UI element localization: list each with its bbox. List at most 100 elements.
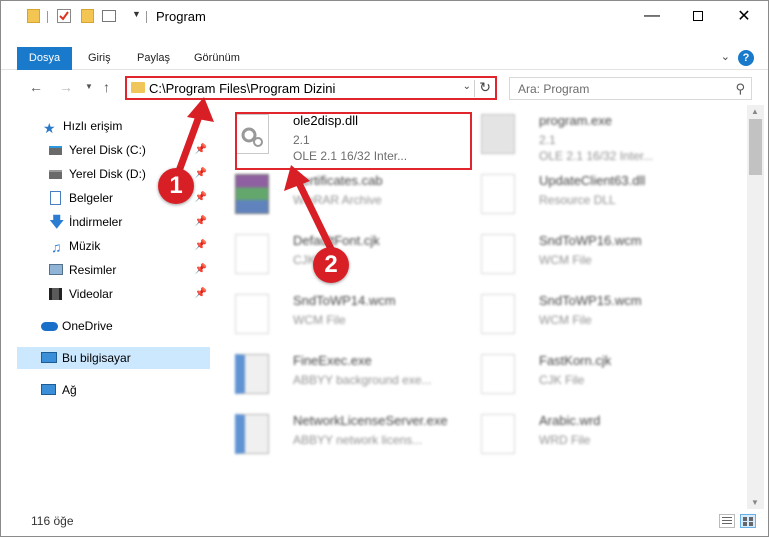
file-item-sndtowp14[interactable]: SndToWP14.wcm WCM File [213, 287, 453, 341]
music-icon: ♫ [51, 239, 62, 255]
vertical-scrollbar[interactable]: ▲ ▼ [747, 105, 764, 509]
highlight-box [235, 112, 472, 170]
new-folder-icon[interactable] [81, 9, 94, 23]
file-name: Certificates.cab [293, 173, 383, 188]
file-icon [481, 234, 515, 274]
file-type: WCM File [539, 313, 592, 327]
search-input[interactable]: Ara: Program ⚲ [509, 77, 752, 100]
file-item-fastkorn[interactable]: FastKorn.cjk CJK File [459, 347, 699, 401]
sidebar-item-label: Müzik [69, 239, 101, 253]
close-button[interactable]: ✕ [721, 1, 767, 31]
maximize-button[interactable] [675, 1, 721, 31]
file-item-arabic[interactable]: Arabic.wrd WRD File [459, 407, 699, 461]
status-bar: 116 öğe [1, 509, 768, 536]
sidebar-item-disk-c[interactable]: Yerel Disk (C:) 📌 [17, 139, 210, 161]
sidebar-item-pictures[interactable]: Resimler 📌 [17, 259, 210, 281]
scroll-thumb[interactable] [749, 119, 762, 175]
videos-icon [49, 288, 62, 300]
separator [474, 80, 475, 97]
file-item-updateclient[interactable]: UpdateClient63.dll Resource DLL [459, 167, 699, 221]
star-icon: ★ [43, 120, 56, 136]
file-item-sndtowp15[interactable]: SndToWP15.wcm WCM File [459, 287, 699, 341]
callout-2: 2 [313, 247, 349, 283]
file-name: UpdateClient63.dll [539, 173, 646, 188]
help-icon[interactable]: ? [738, 50, 754, 66]
file-item-sndtowp16[interactable]: SndToWP16.wcm WCM File [459, 227, 699, 281]
file-name: FineExec.exe [293, 353, 372, 368]
sidebar-item-this-pc[interactable]: Bu bilgisayar [17, 347, 210, 369]
pin-icon[interactable]: 📌 [195, 139, 207, 161]
expand-ribbon-icon[interactable]: ⌄ [721, 50, 730, 63]
folder-icon [27, 9, 40, 23]
sidebar-item-label: OneDrive [62, 319, 113, 333]
file-type: CJK File [539, 373, 585, 387]
pin-icon[interactable]: 📌 [195, 235, 207, 257]
file-item-program[interactable]: program.exe 2.1 OLE 2.1 16/32 Inter... [459, 107, 699, 163]
drive-icon [49, 170, 62, 179]
file-icon [481, 354, 515, 394]
address-bar[interactable]: C:\Program Files\Program Dizini ⌄ ↻ [125, 76, 497, 100]
properties-icon[interactable] [57, 9, 71, 23]
sidebar-item-label: Yerel Disk (C:) [69, 143, 146, 157]
ribbon: Dosya Giriş Paylaş Görünüm ⌄ ? [1, 47, 768, 70]
address-path[interactable]: C:\Program Files\Program Dizini [149, 81, 335, 96]
sidebar-item-quick-access[interactable]: ★ Hızlı erişim [17, 115, 210, 137]
refresh-icon[interactable]: ↻ [479, 79, 491, 96]
file-type: WinRAR Archive [293, 193, 382, 207]
documents-icon [50, 191, 61, 205]
file-type: WCM File [293, 313, 346, 327]
file-item-certificates[interactable]: Certificates.cab WinRAR Archive [213, 167, 453, 221]
file-type: ABBYY network licens... [293, 433, 423, 447]
sidebar-item-label: Belgeler [69, 191, 114, 205]
sidebar-item-network[interactable]: Ağ [17, 379, 210, 401]
pin-icon[interactable]: 📌 [195, 187, 207, 209]
download-icon: 🡇 [49, 214, 65, 231]
up-button[interactable]: ↑ [103, 79, 110, 95]
address-dropdown-icon[interactable]: ⌄ [463, 81, 471, 92]
tab-gorunum[interactable]: Görünüm [194, 47, 240, 70]
pictures-icon [49, 264, 63, 275]
tab-paylas[interactable]: Paylaş [137, 47, 170, 70]
large-icons-view-icon[interactable] [740, 514, 756, 528]
sidebar-item-label: Ağ [62, 383, 77, 397]
cloud-icon [41, 322, 58, 331]
search-icon[interactable]: ⚲ [735, 81, 745, 97]
file-item-networklicenseserver[interactable]: NetworkLicenseServer.exe ABBYY network l… [213, 407, 453, 461]
file-type: WRD File [539, 433, 591, 447]
network-icon [41, 384, 56, 395]
pin-icon[interactable]: 📌 [195, 211, 207, 233]
search-placeholder: Ara: Program [518, 82, 590, 96]
sidebar-item-music[interactable]: ♫ Müzik 📌 [17, 235, 210, 257]
explorer-window: ▼ Program — ✕ Dosya Giriş Paylaş Görünüm… [0, 0, 769, 537]
sidebar-item-label: İndirmeler [69, 215, 123, 229]
file-icon [235, 294, 269, 334]
file-item-fineexec[interactable]: FineExec.exe ABBYY background exe... [213, 347, 453, 401]
dll-file-icon [481, 174, 515, 214]
tab-dosya[interactable]: Dosya [17, 47, 72, 70]
file-icon [235, 234, 269, 274]
navigation-bar: ← → ▼ ↑ C:\Program Files\Program Dizini … [1, 71, 768, 105]
sidebar-item-downloads[interactable]: 🡇 İndirmeler 📌 [17, 211, 210, 233]
sidebar-item-videos[interactable]: Videolar 📌 [17, 283, 210, 305]
file-name: Arabic.wrd [539, 413, 601, 428]
scroll-up-icon[interactable]: ▲ [751, 107, 759, 116]
pin-icon[interactable]: 📌 [195, 163, 207, 185]
folder-icon [131, 82, 145, 93]
forward-button[interactable]: → [59, 79, 73, 95]
scroll-down-icon[interactable]: ▼ [751, 498, 759, 507]
file-type: WCM File [539, 253, 592, 267]
file-icon [481, 414, 515, 454]
minimize-button[interactable]: — [629, 1, 675, 31]
back-button[interactable]: ← [29, 79, 43, 95]
recent-locations-icon[interactable]: ▼ [85, 82, 93, 91]
pin-icon[interactable]: 📌 [195, 259, 207, 281]
sidebar-item-label: Bu bilgisayar [62, 351, 131, 365]
exe-file-icon [235, 354, 269, 394]
sidebar-item-onedrive[interactable]: OneDrive [17, 315, 210, 337]
customize-icon[interactable] [102, 10, 116, 22]
pin-icon[interactable]: 📌 [195, 283, 207, 305]
tab-giris[interactable]: Giriş [88, 47, 111, 70]
file-name: program.exe [539, 113, 612, 128]
quick-access-dropdown-icon[interactable]: ▼ [132, 9, 141, 25]
details-view-icon[interactable] [719, 514, 735, 528]
